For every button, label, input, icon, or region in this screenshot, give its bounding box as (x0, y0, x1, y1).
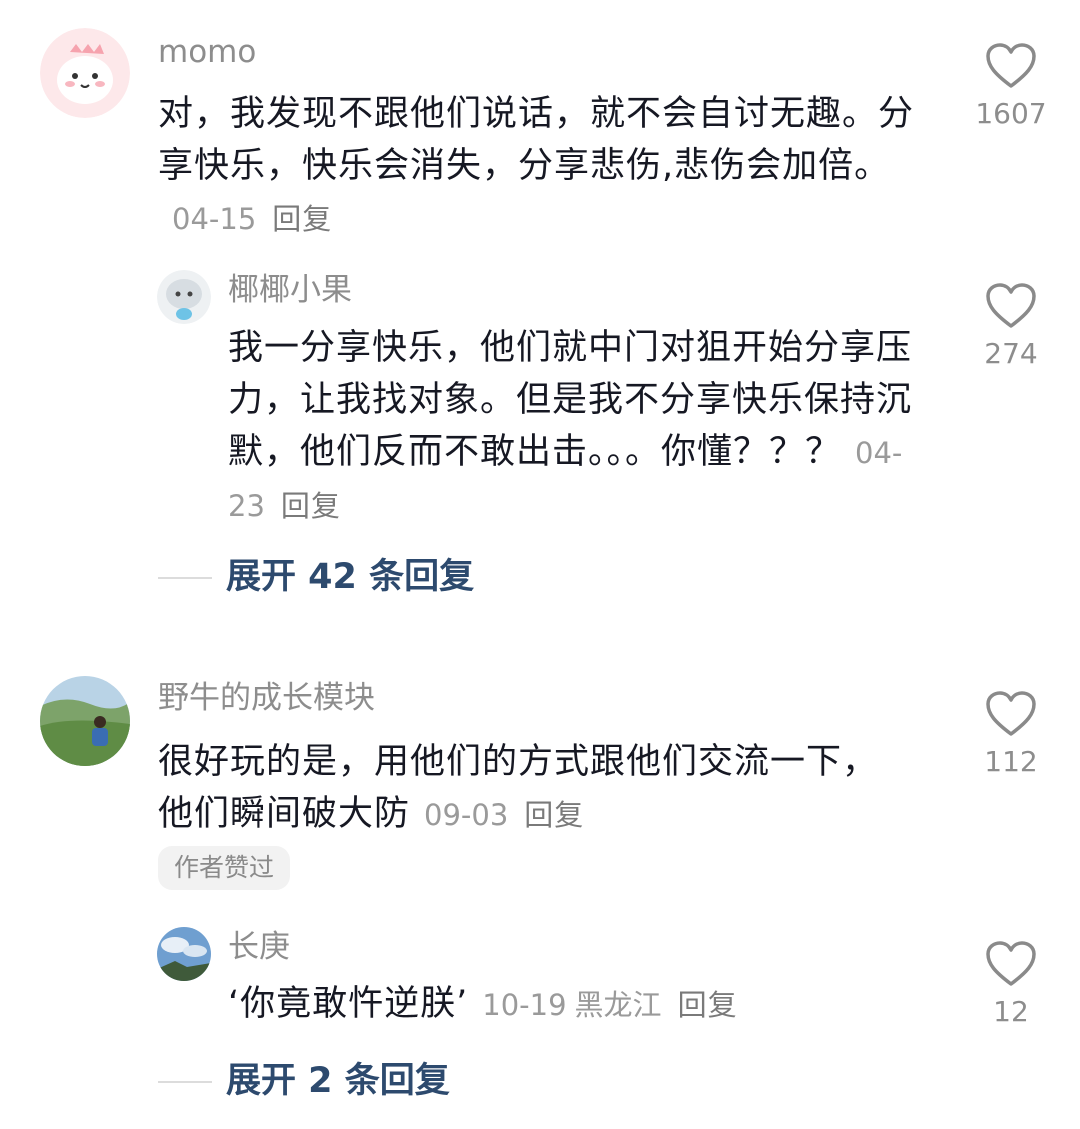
sky-avatar-icon (157, 927, 211, 981)
cartoon-avatar-icon (157, 270, 211, 324)
username[interactable]: momo (158, 32, 256, 72)
pink-monster-avatar-icon (40, 28, 130, 118)
divider-line (158, 1081, 212, 1083)
author-liked-badge: 作者赞过 (158, 846, 291, 890)
comment-date: 04-15 (172, 202, 257, 236)
comment-text: 很好玩的是，用他们的方式跟他们交流一下，他们瞬间破大防 09-03 回复 (158, 736, 878, 841)
heart-outline-icon (986, 283, 1036, 328)
comment-date: 10-19 (482, 988, 567, 1022)
username[interactable]: 椰椰小果 (228, 270, 352, 310)
avatar[interactable] (157, 270, 211, 324)
avatar[interactable] (40, 28, 130, 118)
comment-text: 对，我发现不跟他们说话，就不会自讨无趣。分享快乐，快乐会消失，分享悲伤,悲伤会加… (158, 88, 918, 245)
like-count: 1607 (975, 97, 1047, 130)
expand-replies-button[interactable]: 展开 2 条回复 (226, 1059, 450, 1103)
divider-line (158, 577, 212, 579)
like-count: 12 (993, 995, 1029, 1028)
comment-body: 很好玩的是，用他们的方式跟他们交流一下，他们瞬间破大防 (158, 742, 879, 834)
comment-list: momo 对，我发现不跟他们说话，就不会自讨无趣。分享快乐，快乐会消失，分享悲伤… (0, 0, 1080, 1129)
heart-outline-icon (986, 43, 1036, 88)
reply-button[interactable]: 回复 (678, 988, 738, 1022)
heart-outline-icon (986, 941, 1036, 986)
like-count: 274 (984, 337, 1038, 370)
reply-button[interactable]: 回复 (272, 202, 332, 236)
landscape-avatar-icon (40, 676, 130, 766)
reply-button[interactable]: 回复 (524, 798, 584, 832)
comment-body: ‘你竟敢忤逆朕’ (228, 984, 469, 1024)
like-button[interactable]: 112 (966, 690, 1056, 780)
reply-text: 我一分享快乐，他们就中门对狙开始分享压力，让我找对象。但是我不分享快乐保持沉默，… (228, 322, 938, 532)
comment-body: 我一分享快乐，他们就中门对狙开始分享压力，让我找对象。但是我不分享快乐保持沉默，… (228, 328, 913, 472)
username[interactable]: 野牛的成长模块 (158, 678, 375, 718)
reply-button[interactable]: 回复 (281, 489, 341, 523)
like-count: 112 (984, 745, 1038, 778)
heart-outline-icon (986, 691, 1036, 736)
like-button[interactable]: 274 (966, 282, 1056, 372)
avatar[interactable] (40, 676, 130, 766)
comment-location: 黑龙江 (574, 988, 662, 1022)
avatar[interactable] (157, 927, 211, 981)
like-button[interactable]: 1607 (966, 42, 1056, 132)
like-button[interactable]: 12 (966, 940, 1056, 1030)
expand-replies-button[interactable]: 展开 42 条回复 (226, 555, 474, 599)
comment-body: 对，我发现不跟他们说话，就不会自讨无趣。分享快乐，快乐会消失，分享悲伤,悲伤会加… (158, 94, 915, 186)
username[interactable]: 长庚 (228, 927, 290, 967)
comment-date: 09-03 (424, 798, 509, 832)
reply-text: ‘你竟敢忤逆朕’ 10-19 黑龙江 回复 (228, 978, 948, 1031)
